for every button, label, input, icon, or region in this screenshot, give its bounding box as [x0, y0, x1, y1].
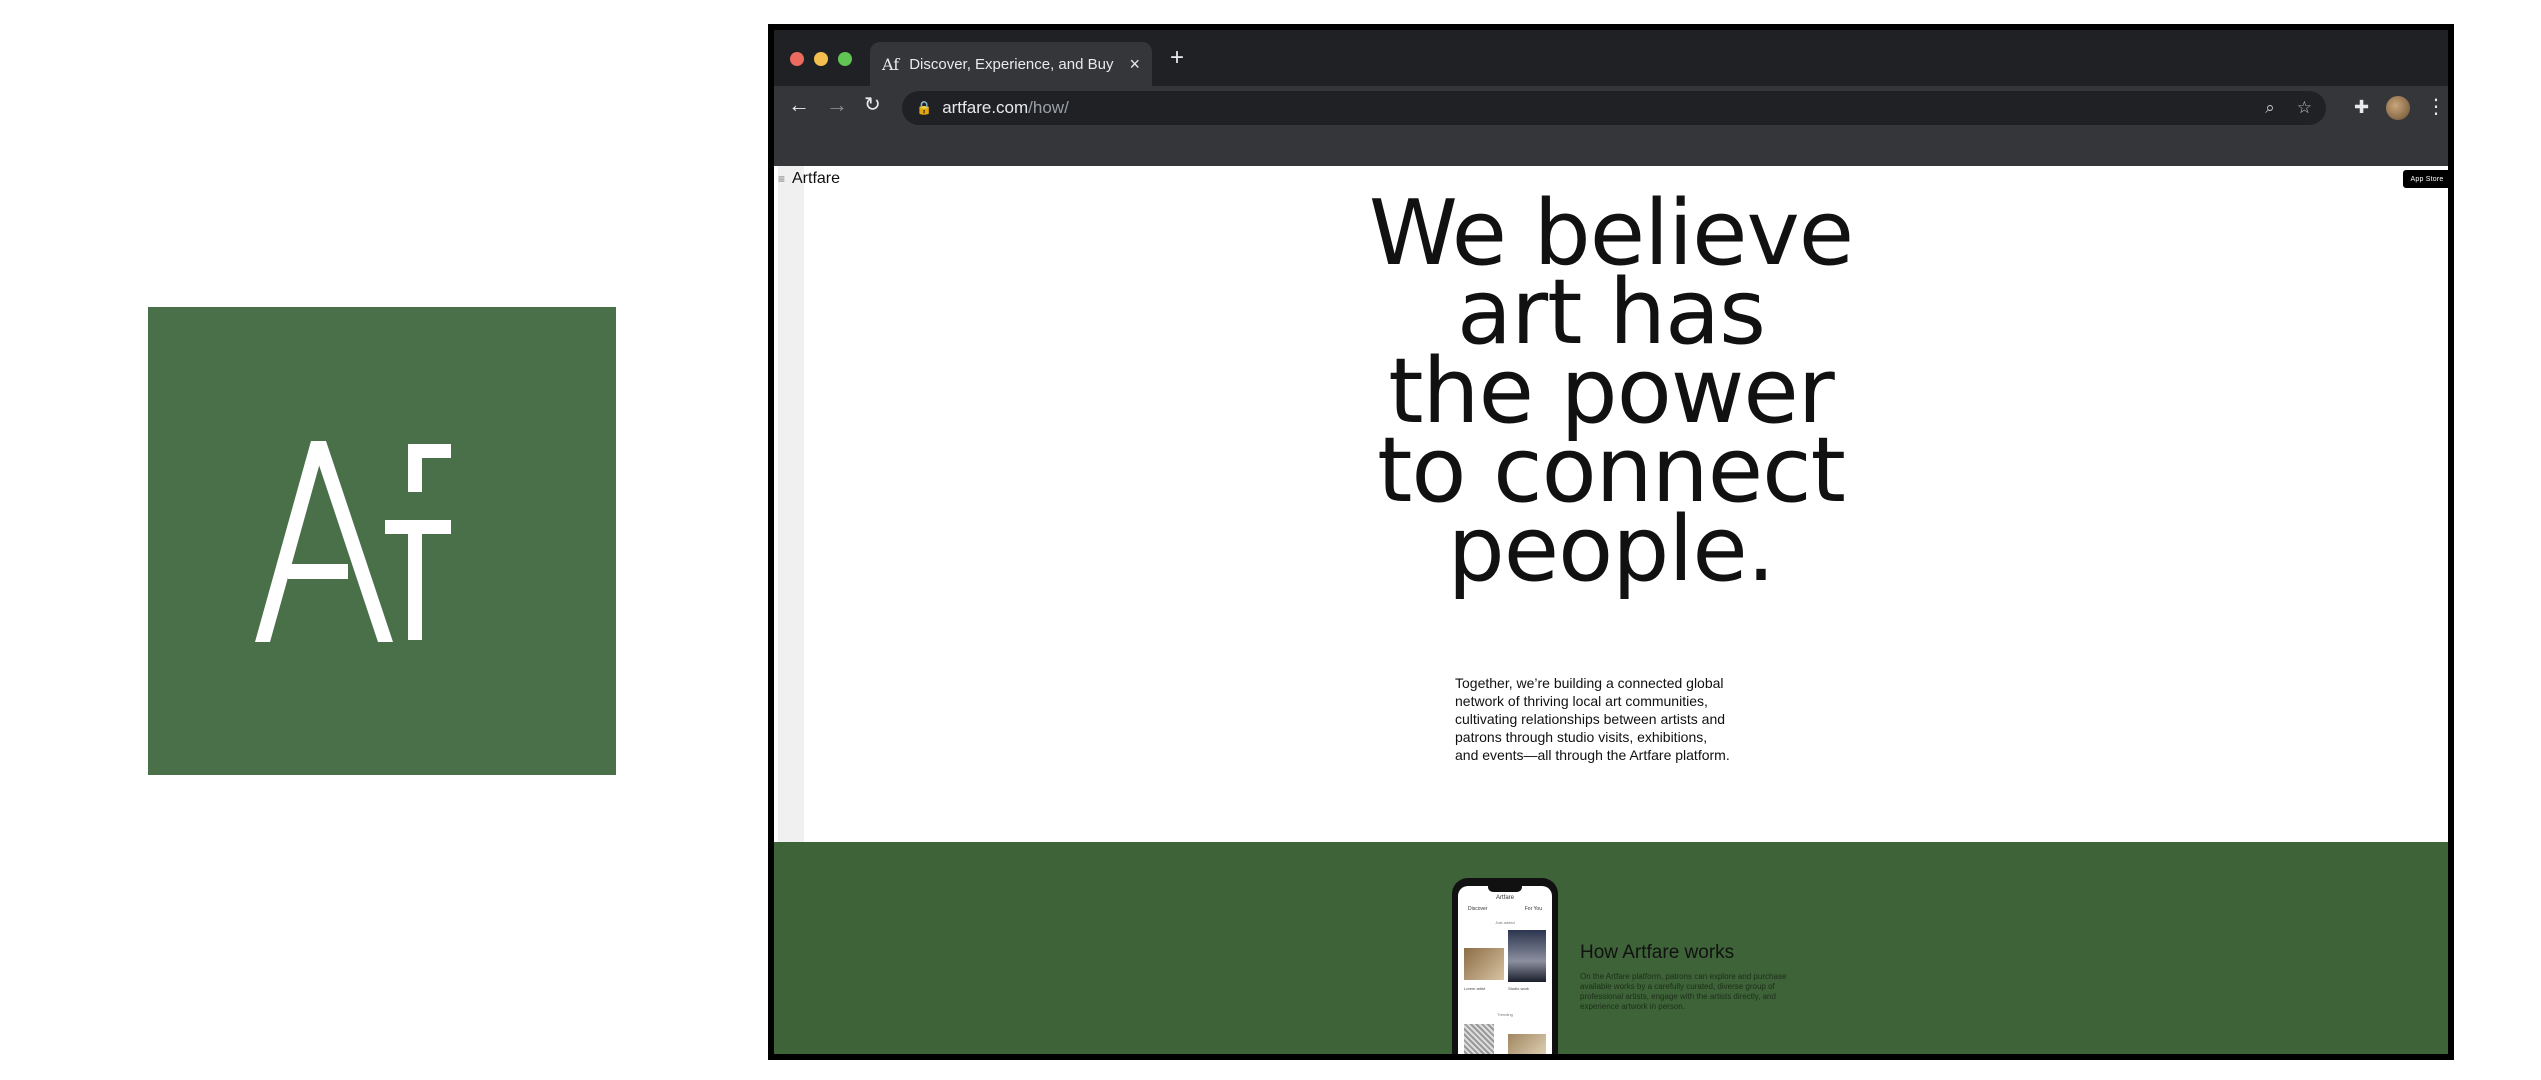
zoom-icon[interactable]: ⌕: [2265, 98, 2275, 118]
bookmark-star-icon[interactable]: ☆: [2297, 98, 2312, 118]
active-tab[interactable]: Af Discover, Experience, and Buy ×: [870, 42, 1152, 86]
app-store-badge[interactable]: App Store: [2403, 170, 2448, 188]
hamburger-menu-icon[interactable]: ≡: [778, 172, 785, 186]
artwork-thumbnail: [1508, 1034, 1546, 1054]
intro-paragraph: Together, we’re building a connected glo…: [1455, 674, 1755, 764]
extensions-puzzle-icon[interactable]: ✚: [2354, 97, 2369, 118]
phone-tabs: Discover For You: [1468, 906, 1542, 912]
artfare-logo-icon: [255, 441, 451, 642]
new-tab-button[interactable]: +: [1170, 46, 1184, 70]
site-brand[interactable]: Artfare: [792, 170, 840, 188]
browser-window: Af Discover, Experience, and Buy × + ← →…: [768, 24, 2454, 1060]
artwork-thumbnail: [1464, 948, 1504, 980]
phone-tab-discover: Discover: [1468, 906, 1488, 912]
reload-icon[interactable]: ↻: [864, 94, 881, 116]
phone-notch: [1488, 886, 1522, 892]
tab-strip: Af Discover, Experience, and Buy × +: [774, 30, 2448, 86]
tab-title: Discover, Experience, and Buy: [909, 55, 1114, 73]
address-bar[interactable]: 🔒 artfare.com /how/ ⌕ ☆: [902, 91, 2326, 125]
intro-line: patrons through studio visits, exhibitio…: [1455, 729, 1708, 745]
forward-arrow-icon[interactable]: →: [826, 94, 848, 116]
intro-line: and events—all through the Artfare platf…: [1455, 747, 1730, 763]
back-arrow-icon[interactable]: ←: [788, 94, 810, 116]
phone-screen: Artfare Discover For You Just added Lore…: [1458, 886, 1552, 1054]
profile-avatar[interactable]: [2386, 96, 2410, 120]
maximize-window-button[interactable]: [838, 52, 852, 66]
browser-menu-icon[interactable]: ⋮: [2426, 94, 2446, 119]
headline-line: people.: [1447, 497, 1776, 602]
artfare-logo-tile: [148, 307, 616, 775]
phone-section-label: Trending: [1497, 1012, 1513, 1017]
how-it-works-text: On the Artfare platform, patrons can exp…: [1580, 972, 1787, 1011]
phone-app-name: Artfare: [1495, 895, 1514, 901]
close-tab-icon[interactable]: ×: [1129, 54, 1140, 75]
page-viewport: ≡ Artfare App Store We believe art has t…: [774, 166, 2448, 1054]
intro-line: network of thriving local art communitie…: [1455, 693, 1708, 709]
how-it-works-title: How Artfare works: [1580, 942, 1735, 963]
browser-toolbar: ← → ↻ 🔒 artfare.com /how/ ⌕ ☆ ✚ ⋮: [774, 86, 2448, 130]
hero-headline: We believe art has the power to connect …: [774, 189, 2448, 602]
intro-line: Together, we’re building a connected glo…: [1455, 675, 1724, 691]
artwork-caption: Lorem artist: [1464, 986, 1486, 991]
phone-tab-for-you: For You: [1524, 906, 1542, 912]
minimize-window-button[interactable]: [814, 52, 828, 66]
artwork-thumbnail: [1464, 1024, 1494, 1054]
phone-section-label: Just added: [1495, 920, 1515, 925]
artwork-caption: Studio work: [1508, 986, 1529, 991]
url-path: /how/: [1028, 98, 1069, 117]
artfare-favicon-icon: Af: [882, 54, 900, 74]
phone-mockup: Artfare Discover For You Just added Lore…: [1452, 878, 1558, 1054]
bookmarks-bar: [774, 130, 2448, 166]
artwork-thumbnail: [1508, 930, 1546, 982]
how-it-works-section: Artfare Discover For You Just added Lore…: [774, 842, 2448, 1054]
url-host: artfare.com: [942, 98, 1029, 117]
close-window-button[interactable]: [790, 52, 804, 66]
lock-icon: 🔒: [916, 100, 933, 115]
intro-line: cultivating relationships between artist…: [1455, 711, 1726, 727]
